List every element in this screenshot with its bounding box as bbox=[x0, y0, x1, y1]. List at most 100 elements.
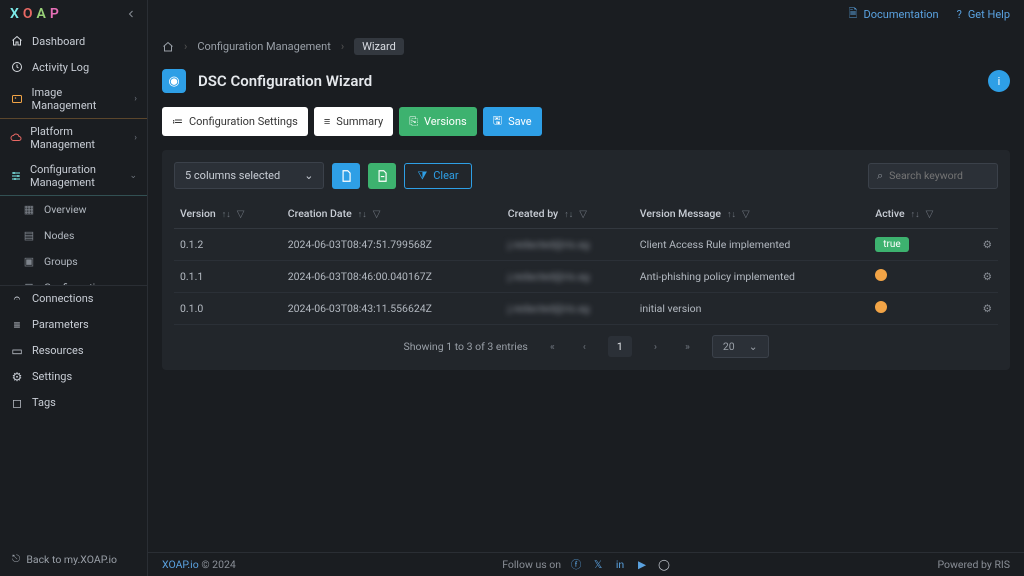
sidebar-item-tags[interactable]: ◻Tags bbox=[0, 390, 147, 416]
sidebar-item-label: Image Management bbox=[32, 86, 127, 112]
search-input[interactable] bbox=[889, 169, 989, 182]
sidebar-item-resources[interactable]: ▭Resources bbox=[0, 338, 147, 364]
sort-icon: ↑↓ bbox=[222, 210, 231, 220]
prev-page-button[interactable]: ‹ bbox=[577, 336, 592, 357]
breadcrumb-separator: › bbox=[341, 40, 344, 53]
first-page-button[interactable]: « bbox=[544, 336, 561, 357]
sidebar-item-label: Configurations bbox=[44, 281, 112, 285]
new-file-button[interactable] bbox=[332, 163, 360, 189]
col-version-message[interactable]: Version Message↑↓▽ bbox=[634, 199, 869, 229]
topbar: 🗎Documentation ?Get Help bbox=[148, 0, 1024, 28]
status-dot bbox=[875, 301, 887, 313]
col-creation-date[interactable]: Creation Date↑↓▽ bbox=[282, 199, 502, 229]
facebook-icon[interactable]: ⓕ bbox=[569, 558, 583, 572]
sidebar-config-subnav: ▦Overview ▤Nodes ▣ Groups ⊞ Configurations… bbox=[0, 196, 147, 285]
filter-icon[interactable]: ▽ bbox=[926, 209, 934, 220]
cell-created-by: j.redacted@ris.ag bbox=[502, 293, 634, 325]
row-actions-button[interactable]: ⚙ bbox=[968, 229, 998, 261]
save-button[interactable]: 🖫Save bbox=[483, 107, 542, 136]
col-created-by[interactable]: Created by↑↓▽ bbox=[502, 199, 634, 229]
col-actions bbox=[968, 199, 998, 229]
sidebar-item-platform-management[interactable]: Platform Management › bbox=[0, 119, 147, 157]
linkedin-icon[interactable]: in bbox=[613, 558, 627, 572]
config-icon: ⊞ bbox=[22, 280, 36, 285]
filter-icon[interactable]: ▽ bbox=[579, 209, 587, 220]
sidebar-sub-configurations[interactable]: ⊞ Configurations bbox=[0, 274, 147, 285]
search-icon: ⌕ bbox=[877, 169, 883, 183]
cell-version: 0.1.1 bbox=[174, 261, 282, 293]
col-active[interactable]: Active↑↓▽ bbox=[869, 199, 968, 229]
breadcrumb-current: Wizard bbox=[354, 38, 404, 55]
cell-active bbox=[869, 293, 968, 325]
sidebar-sub-overview[interactable]: ▦Overview bbox=[0, 196, 147, 222]
sort-icon: ↑↓ bbox=[564, 210, 573, 220]
versions-icon: ⎘ bbox=[409, 115, 418, 129]
col-version[interactable]: Version↑↓▽ bbox=[174, 199, 282, 229]
sidebar-item-activity-log[interactable]: Activity Log bbox=[0, 54, 147, 80]
gear-icon: ⚙ bbox=[983, 270, 992, 283]
file-export-icon bbox=[375, 169, 389, 183]
breadcrumb: › Configuration Management › Wizard bbox=[162, 28, 1010, 69]
sidebar-item-label: Platform Management bbox=[30, 125, 126, 151]
page-title: DSC Configuration Wizard bbox=[198, 72, 372, 90]
github-icon[interactable]: ◯ bbox=[657, 558, 671, 572]
table-row[interactable]: 0.1.2 2024-06-03T08:47:51.799568Z j.reda… bbox=[174, 229, 998, 261]
file-icon bbox=[339, 169, 353, 183]
filter-icon[interactable]: ▽ bbox=[742, 209, 750, 220]
current-page[interactable]: 1 bbox=[608, 336, 632, 357]
sidebar-item-configuration-management[interactable]: Configuration Management ⌄ bbox=[0, 157, 147, 196]
clear-button[interactable]: ⧩Clear bbox=[404, 163, 471, 189]
collapse-sidebar-button[interactable] bbox=[125, 8, 137, 20]
cell-version: 0.1.2 bbox=[174, 229, 282, 261]
logo[interactable]: XOAP bbox=[10, 6, 59, 22]
gear-icon: ⚙ bbox=[10, 370, 24, 384]
configuration-settings-button[interactable]: ≔Configuration Settings bbox=[162, 107, 308, 136]
footer-powered: Powered by RIS bbox=[937, 558, 1010, 571]
footer: XOAP.io © 2024 Follow us on ⓕ 𝕏 in ▶ ◯ P… bbox=[148, 552, 1024, 576]
footer-brand-link[interactable]: XOAP.io bbox=[162, 558, 199, 571]
breadcrumb-segment[interactable]: Configuration Management bbox=[197, 40, 331, 53]
twitter-icon[interactable]: 𝕏 bbox=[591, 558, 605, 572]
row-actions-button[interactable]: ⚙ bbox=[968, 261, 998, 293]
logo-letter: A bbox=[37, 6, 46, 22]
column-selector[interactable]: 5 columns selected ⌄ bbox=[174, 162, 324, 189]
versions-button[interactable]: ⎘Versions bbox=[399, 107, 477, 136]
sidebar-item-label: Groups bbox=[44, 255, 78, 268]
gear-icon: ⚙ bbox=[983, 238, 992, 251]
documentation-link[interactable]: 🗎Documentation bbox=[849, 5, 939, 24]
filter-icon[interactable]: ▽ bbox=[373, 209, 381, 220]
link-icon: 𝄐 bbox=[10, 292, 24, 306]
sidebar-item-image-management[interactable]: Image Management › bbox=[0, 80, 147, 119]
sidebar-item-parameters[interactable]: ≡Parameters bbox=[0, 312, 147, 338]
last-page-button[interactable]: » bbox=[679, 336, 696, 357]
sort-icon: ↑↓ bbox=[358, 210, 367, 220]
search-box[interactable]: ⌕ bbox=[868, 163, 998, 189]
get-help-link[interactable]: ?Get Help bbox=[957, 8, 1010, 21]
sidebar-item-connections[interactable]: 𝄐Connections bbox=[0, 286, 147, 312]
sliders-icon: ≔ bbox=[172, 115, 183, 128]
server-icon: ▤ bbox=[22, 228, 36, 242]
row-actions-button[interactable]: ⚙ bbox=[968, 293, 998, 325]
sidebar-item-label: Resources bbox=[32, 344, 84, 357]
home-icon[interactable] bbox=[162, 41, 174, 53]
youtube-icon[interactable]: ▶ bbox=[635, 558, 649, 572]
sidebar-item-dashboard[interactable]: Dashboard bbox=[0, 28, 147, 54]
table-row[interactable]: 0.1.0 2024-06-03T08:43:11.556624Z j.reda… bbox=[174, 293, 998, 325]
tag-icon: ◻ bbox=[10, 396, 24, 410]
sidebar-item-label: Parameters bbox=[32, 318, 89, 331]
next-page-button[interactable]: › bbox=[648, 336, 663, 357]
group-icon: ▣ bbox=[22, 254, 36, 268]
table-row[interactable]: 0.1.1 2024-06-03T08:46:00.040167Z j.reda… bbox=[174, 261, 998, 293]
sidebar-sub-groups[interactable]: ▣ Groups bbox=[0, 248, 147, 274]
cell-message: initial version bbox=[634, 293, 869, 325]
sidebar-sub-nodes[interactable]: ▤Nodes bbox=[0, 222, 147, 248]
page-size-selector[interactable]: 20⌄ bbox=[712, 335, 769, 358]
back-link[interactable]: ⎋ Back to my.XOAP.io bbox=[0, 542, 147, 576]
summary-button[interactable]: ≡Summary bbox=[314, 107, 393, 136]
avatar[interactable]: i bbox=[988, 70, 1010, 92]
help-icon: ? bbox=[957, 8, 962, 21]
sidebar-item-settings[interactable]: ⚙Settings bbox=[0, 364, 147, 390]
filter-icon[interactable]: ▽ bbox=[237, 209, 245, 220]
cell-date: 2024-06-03T08:46:00.040167Z bbox=[282, 261, 502, 293]
export-button[interactable] bbox=[368, 163, 396, 189]
